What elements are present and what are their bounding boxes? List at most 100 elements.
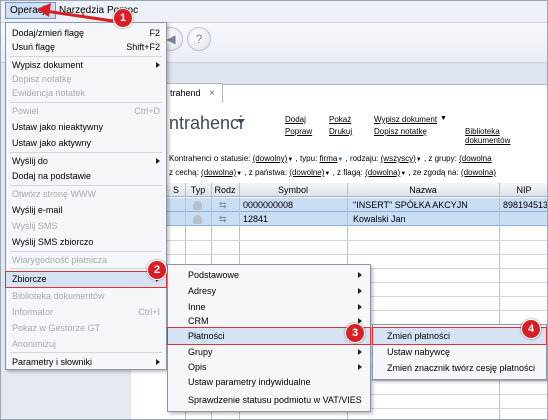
menu-item-wyslij-email[interactable]: Wyślij e-mail bbox=[6, 203, 166, 217]
table-row[interactable]: ⇆ 12841 Kowalski Jan bbox=[167, 212, 547, 226]
menu-item-label: Podstawowe bbox=[188, 270, 240, 280]
person-icon bbox=[193, 215, 202, 224]
filter-rodzaj-value[interactable]: (wszyscy) bbox=[381, 154, 416, 163]
filter-flaga-value[interactable]: (dowolna) bbox=[365, 168, 400, 177]
menu-item-label: Grupy bbox=[188, 347, 213, 357]
chevron-right-icon bbox=[156, 62, 160, 68]
column-header-s[interactable]: S bbox=[167, 185, 185, 195]
filter-grupy-label: , z grupy: bbox=[423, 154, 457, 163]
menu-item-label: Zbiorcze bbox=[12, 274, 47, 284]
submenu-item-opis[interactable]: Opis bbox=[168, 359, 370, 375]
menu-item-label: Ustaw nabywcę bbox=[387, 347, 451, 357]
cell-nip: 8981945134 bbox=[503, 200, 548, 210]
filter-cecha-label: z cechą: bbox=[169, 168, 199, 177]
menu-item-label: Wypisz dokument bbox=[12, 60, 83, 70]
menu-item-zbiorcze[interactable]: Zbiorcze bbox=[5, 271, 167, 288]
link-dodaj[interactable]: Dodaj bbox=[285, 115, 306, 124]
menu-item-label: Opis bbox=[188, 362, 207, 372]
chevron-right-icon bbox=[358, 364, 362, 370]
menu-item-pokaz-w-gestorze[interactable]: Pokaż w Gestorze GT bbox=[6, 321, 166, 335]
person-icon bbox=[193, 201, 202, 210]
submenu-item-sprawdzenie-vat[interactable]: Sprawdzenie statusu podmiotu w VAT/VIES bbox=[168, 392, 370, 408]
menu-item-ustaw-aktywny[interactable]: Ustaw jako aktywny bbox=[6, 136, 166, 150]
menu-item-anonimizuj[interactable]: Anonimizuj bbox=[6, 337, 166, 351]
column-header-typ[interactable]: Typ bbox=[185, 185, 211, 195]
submenu-item-adresy[interactable]: Adresy bbox=[168, 283, 370, 299]
cell-nazwa: Kowalski Jan bbox=[353, 214, 406, 224]
filter-typ-value[interactable]: firma bbox=[320, 154, 338, 163]
submenu-item-zmien-platnosci[interactable]: Zmień płatności bbox=[372, 327, 547, 345]
link-pokaz[interactable]: Pokaż bbox=[329, 115, 351, 124]
menu-item-label: Wyślij SMS bbox=[12, 221, 58, 231]
menu-item-wyslij-sms-zbiorczo[interactable]: Wyślij SMS zbiorczo bbox=[6, 235, 166, 249]
filter-panstwa-value[interactable]: (dowolne) bbox=[289, 168, 324, 177]
menu-item-otworz-strone-www[interactable]: Otwórz stronę WWW bbox=[6, 187, 166, 201]
chevron-down-icon[interactable]: ▼ bbox=[440, 115, 447, 122]
filter-grupy-value[interactable]: (dowolna bbox=[459, 154, 491, 163]
menu-item-label: Biblioteka dokumentów bbox=[12, 291, 105, 301]
filter-zgoda-value[interactable]: (dowolna) bbox=[461, 168, 496, 177]
column-header-symbol[interactable]: Symbol bbox=[239, 185, 347, 195]
menu-separator bbox=[10, 185, 162, 186]
menu-item-label: Ustaw jako nieaktywny bbox=[12, 122, 104, 132]
chevron-right-icon bbox=[358, 288, 362, 294]
menu-item-wiarygodnosc-platnicza[interactable]: Wiarygodność płatnicza bbox=[6, 253, 166, 267]
filter-flaga-label: , z flagą: bbox=[332, 168, 363, 177]
menu-separator bbox=[10, 352, 162, 353]
callout-badge-1: 1 bbox=[113, 8, 133, 28]
menu-item-label: Dodaj na podstawie bbox=[12, 171, 92, 181]
chevron-right-icon bbox=[156, 359, 160, 365]
callout-arrow-line bbox=[44, 9, 114, 23]
page-title[interactable]: ntrahenci bbox=[169, 113, 243, 134]
filter-rodzaj-label: , rodzaju: bbox=[345, 154, 379, 163]
menu-item-wyslij-sms[interactable]: Wyślij SMS bbox=[6, 219, 166, 233]
menu-separator bbox=[10, 102, 162, 103]
filter-cecha-value[interactable]: (dowolna) bbox=[201, 168, 236, 177]
menu-item-wyslij-do[interactable]: Wyślij do bbox=[6, 154, 166, 168]
callout-arrow bbox=[37, 3, 114, 23]
submenu-item-zmien-znacznik-cesji[interactable]: Zmień znacznik twórz cesję płatności bbox=[373, 360, 546, 376]
table-row[interactable]: ⇆ 0000000008 "INSERT" SPÓŁKA AKCYJN 8981… bbox=[167, 198, 548, 212]
submenu-item-platnosci[interactable]: Płatności bbox=[167, 327, 371, 345]
filter-status-value[interactable]: (dowolny) bbox=[253, 154, 288, 163]
menu-item-label: Parametry i słowniki bbox=[12, 357, 93, 367]
link-drukuj[interactable]: Drukuj bbox=[329, 127, 352, 136]
chevron-right-icon bbox=[358, 272, 362, 278]
menu-item-ustaw-nieaktywny[interactable]: Ustaw jako nieaktywny bbox=[6, 120, 166, 134]
close-icon[interactable]: × bbox=[209, 88, 215, 99]
menu-item-label: Powiel bbox=[12, 106, 39, 116]
submenu-item-podstawowe[interactable]: Podstawowe bbox=[168, 267, 370, 283]
menu-item-dopisz-notatke[interactable]: Dopisz notatkę bbox=[6, 72, 166, 86]
menu-item-parametry-i-slowniki[interactable]: Parametry i słowniki bbox=[6, 355, 166, 369]
grid-divider bbox=[167, 240, 547, 241]
menu-item-label: Wiarygodność płatnicza bbox=[12, 255, 108, 265]
menu-item-label: Otwórz stronę WWW bbox=[12, 189, 97, 199]
menu-item-label: Ewidencja notatek bbox=[12, 88, 86, 98]
cell-symbol: 12841 bbox=[243, 214, 269, 224]
column-header-nazwa[interactable]: Nazwa bbox=[347, 185, 499, 195]
menu-item-dodaj-na-podstawie[interactable]: Dodaj na podstawie bbox=[6, 169, 166, 183]
submenu-item-grupy[interactable]: Grupy bbox=[168, 344, 370, 360]
menu-item-powiel[interactable]: Powiel Ctrl+D bbox=[6, 104, 166, 118]
table-header: S Typ Rodz Symbol Nazwa NIP bbox=[167, 183, 547, 197]
submenu-item-ustaw-parametry[interactable]: Ustaw parametry indywidualne bbox=[168, 374, 370, 390]
chevron-down-icon[interactable] bbox=[237, 119, 245, 124]
callout-badge-3: 3 bbox=[345, 323, 365, 343]
link-biblioteka-dokumentow[interactable]: Biblioteka dokumentów bbox=[465, 127, 547, 145]
menu-item-ewidencja-notatek[interactable]: Ewidencja notatek bbox=[6, 86, 166, 100]
submenu-item-crm[interactable]: CRM bbox=[168, 313, 370, 329]
arrows-icon: ⇆ bbox=[219, 200, 227, 210]
link-wypisz-dokument[interactable]: Wypisz dokument bbox=[374, 115, 437, 124]
menu-item-label: Adresy bbox=[188, 286, 217, 296]
menu-item-informator[interactable]: Informator Ctrl+I bbox=[6, 305, 166, 319]
submenu-item-ustaw-nabywce[interactable]: Ustaw nabywcę bbox=[373, 344, 546, 360]
menu-item-biblioteka-dokumentow[interactable]: Biblioteka dokumentów bbox=[6, 289, 166, 303]
column-header-nip[interactable]: NIP bbox=[499, 185, 547, 195]
menu-item-label: Sprawdzenie statusu podmiotu w VAT/VIES bbox=[188, 395, 362, 405]
link-popraw[interactable]: Popraw bbox=[285, 127, 312, 136]
link-dopisz-notatke[interactable]: Dopisz notatkę bbox=[374, 127, 427, 136]
menu-item-label: Zmień płatności bbox=[387, 331, 451, 341]
chevron-right-icon bbox=[358, 349, 362, 355]
menu-item-label: Inne bbox=[188, 302, 206, 312]
column-header-rodz[interactable]: Rodz bbox=[211, 185, 239, 195]
